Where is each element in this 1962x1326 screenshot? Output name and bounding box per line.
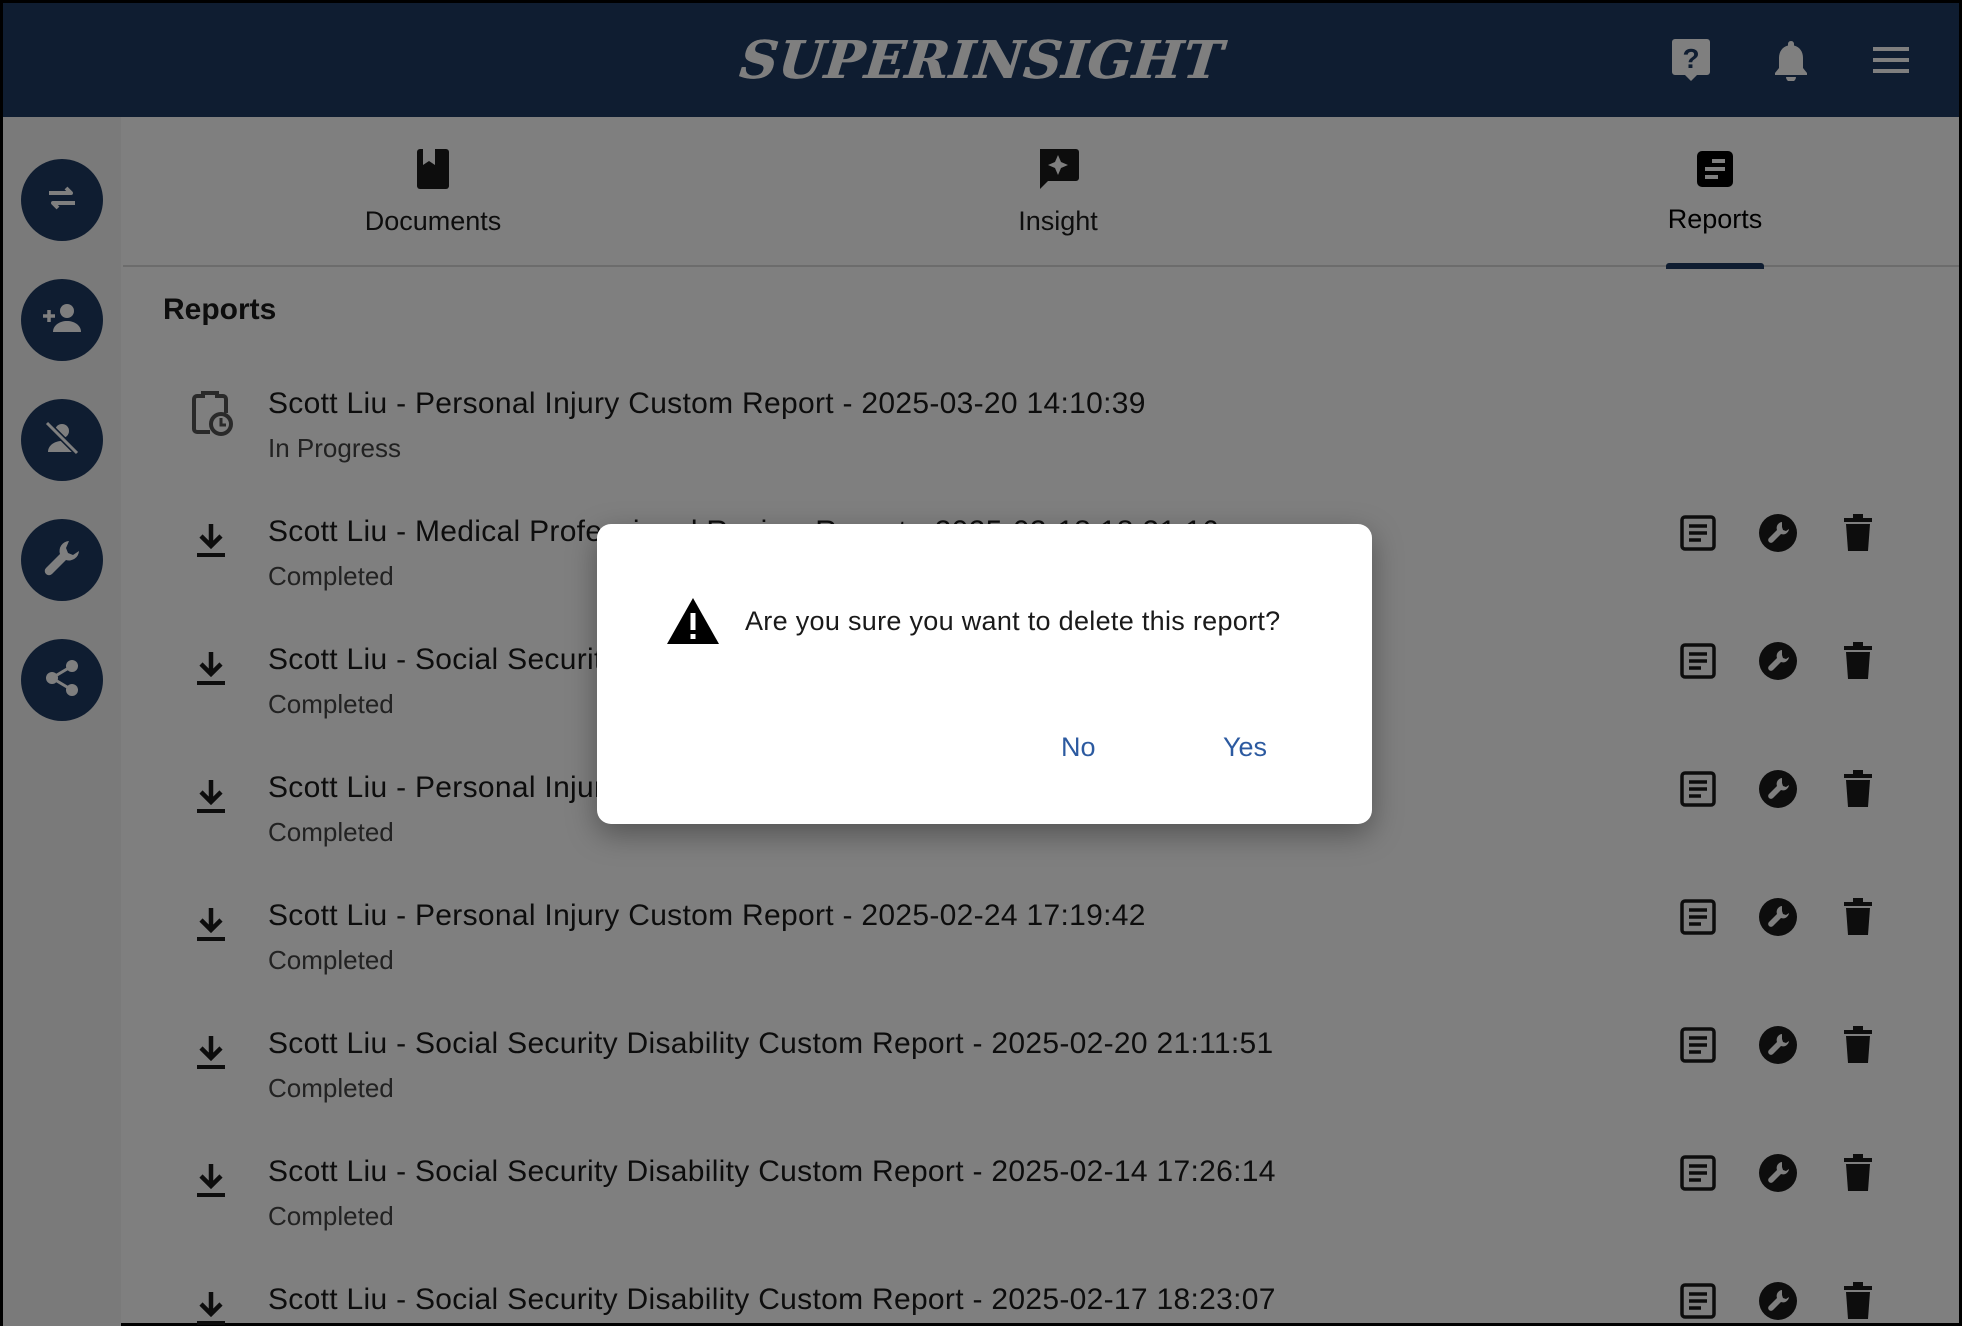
delete-confirm-dialog: Are you sure you want to delete this rep… — [597, 524, 1372, 824]
warning-icon — [665, 596, 721, 651]
yes-button[interactable]: Yes — [1209, 724, 1281, 771]
dialog-message: Are you sure you want to delete this rep… — [745, 606, 1281, 636]
no-button[interactable]: No — [1047, 724, 1110, 771]
